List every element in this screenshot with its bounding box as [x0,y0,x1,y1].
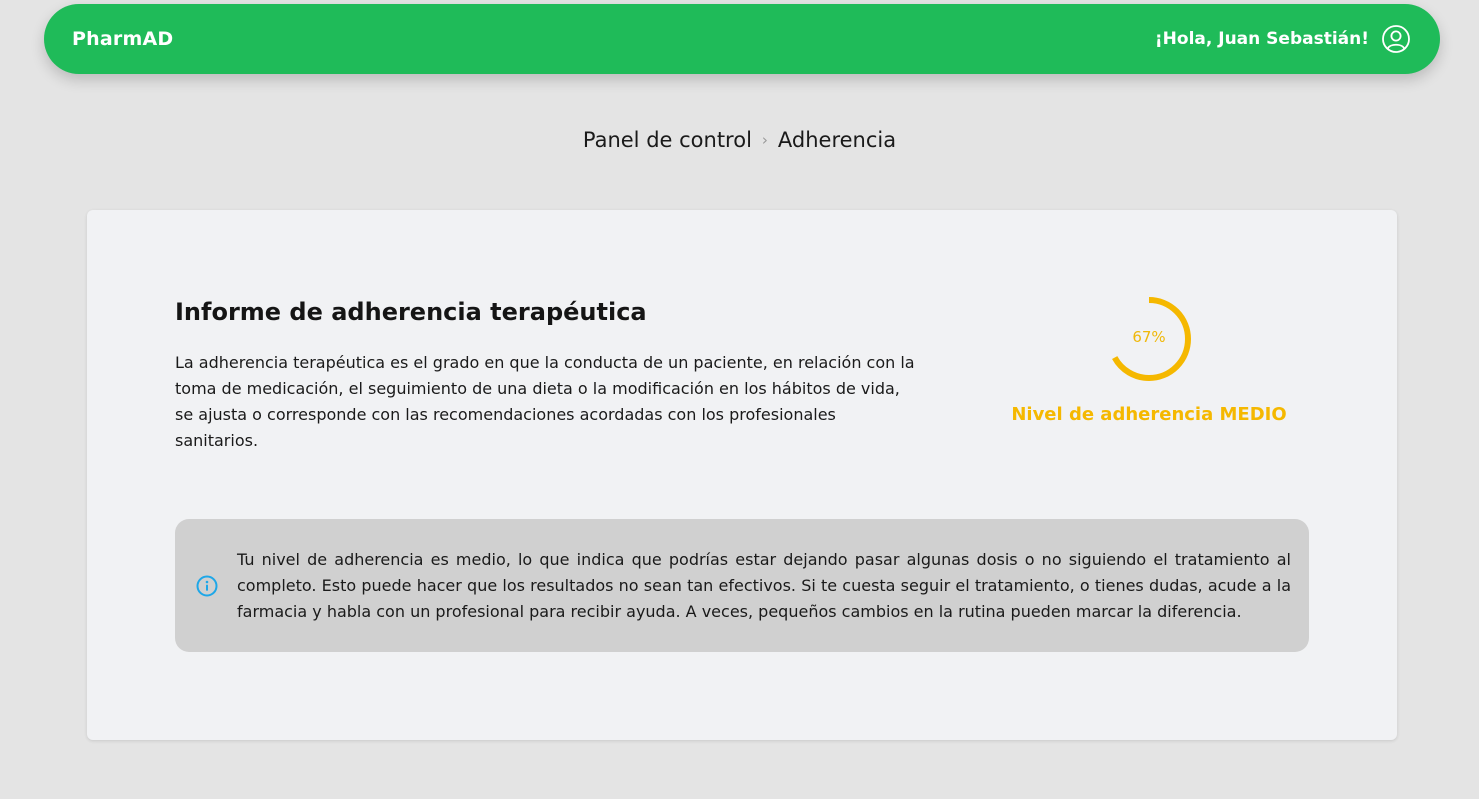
user-circle-icon[interactable] [1381,24,1411,54]
info-icon [196,575,218,596]
breadcrumb-item-current: Adherencia [777,128,897,152]
brand-logo[interactable]: PharmAD [72,28,173,50]
report-description: La adherencia terapéutica es el grado en… [175,353,915,450]
top-navbar: PharmAD ¡Hola, Juan Sebastián! [44,4,1440,74]
adherence-level-label: Nivel de adherencia MEDIO [1011,404,1287,425]
gauge-percent-label: 67% [1132,328,1166,346]
breadcrumb: Panel de control › Adherencia [0,128,1479,152]
user-greeting: ¡Hola, Juan Sebastián! [1154,29,1369,49]
user-area: ¡Hola, Juan Sebastián! [1155,24,1411,54]
alert-message: Tu nivel de adherencia es medio, lo que … [237,549,1291,621]
report-title: Informe de adherencia terapéutica [175,298,647,326]
info-alert: Tu nivel de adherencia es medio, lo que … [175,519,1309,652]
breadcrumb-item-dashboard[interactable]: Panel de control [583,128,752,152]
adherence-gauge: 67% Nivel de adherencia MEDIO [987,294,1311,444]
adherence-report-card: Informe de adherencia terapéutica La adh… [87,210,1397,740]
chevron-right-icon: › [761,131,768,149]
